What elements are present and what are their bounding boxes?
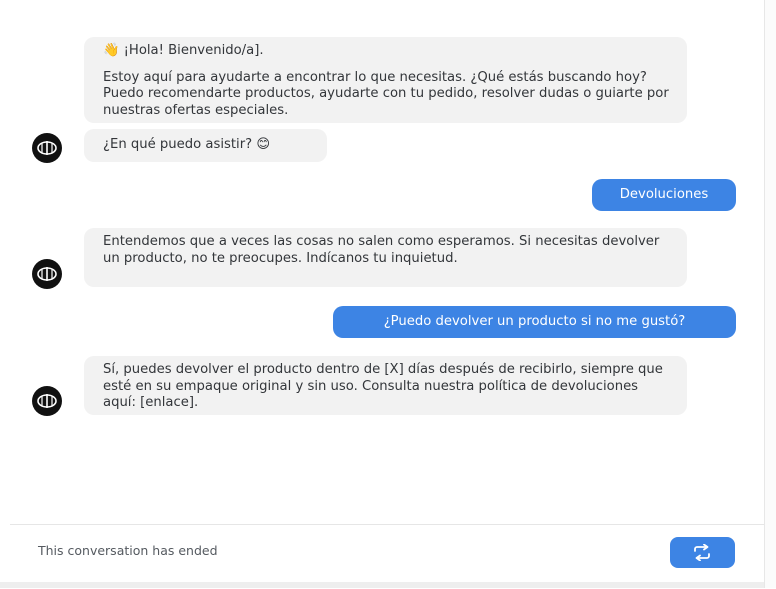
waving-hand-icon: 👋 [103, 43, 120, 58]
bot-message-welcome: 👋 ¡Hola! Bienvenido/a]. Estoy aquí para … [84, 37, 687, 123]
window-edge [764, 0, 776, 588]
smiley-icon: 😊 [256, 137, 271, 152]
bot-message-ask-help: ¿En qué puedo asistir? 😊 [84, 129, 327, 162]
bot-avatar [32, 259, 62, 289]
bot-message-policy: Sí, puedes devolver el producto dentro d… [84, 356, 687, 415]
welcome-greeting: ¡Hola! Bienvenido/a]. [123, 43, 264, 58]
bot-logo-icon [37, 267, 57, 281]
user-message-question: ¿Puedo devolver un producto si no me gus… [333, 306, 736, 338]
bot-avatar [32, 386, 62, 416]
bot-logo-icon [37, 141, 57, 155]
user-question-text: ¿Puedo devolver un producto si no me gus… [383, 314, 686, 329]
user-message-devoluciones: Devoluciones [592, 179, 736, 211]
returns-reply-text: Entendemos que a veces las cosas no sale… [103, 234, 660, 266]
chat-footer: This conversation has ended [10, 524, 764, 589]
bot-avatar [32, 133, 62, 163]
ask-help-text: ¿En qué puedo asistir? [103, 137, 253, 152]
bot-logo-icon [37, 394, 57, 408]
chat-panel: 👋 ¡Hola! Bienvenido/a]. Estoy aquí para … [0, 0, 764, 589]
restart-conversation-button[interactable] [670, 537, 735, 568]
welcome-body: Estoy aquí para ayudarte a encontrar lo … [103, 69, 669, 118]
user-message-text: Devoluciones [619, 187, 709, 202]
refresh-icon [694, 544, 710, 561]
footer-shadow [0, 582, 764, 588]
bot-message-returns: Entendemos que a veces las cosas no sale… [84, 228, 687, 287]
policy-reply-text: Sí, puedes devolver el producto dentro d… [103, 362, 663, 410]
conversation-ended-text: This conversation has ended [38, 543, 218, 558]
